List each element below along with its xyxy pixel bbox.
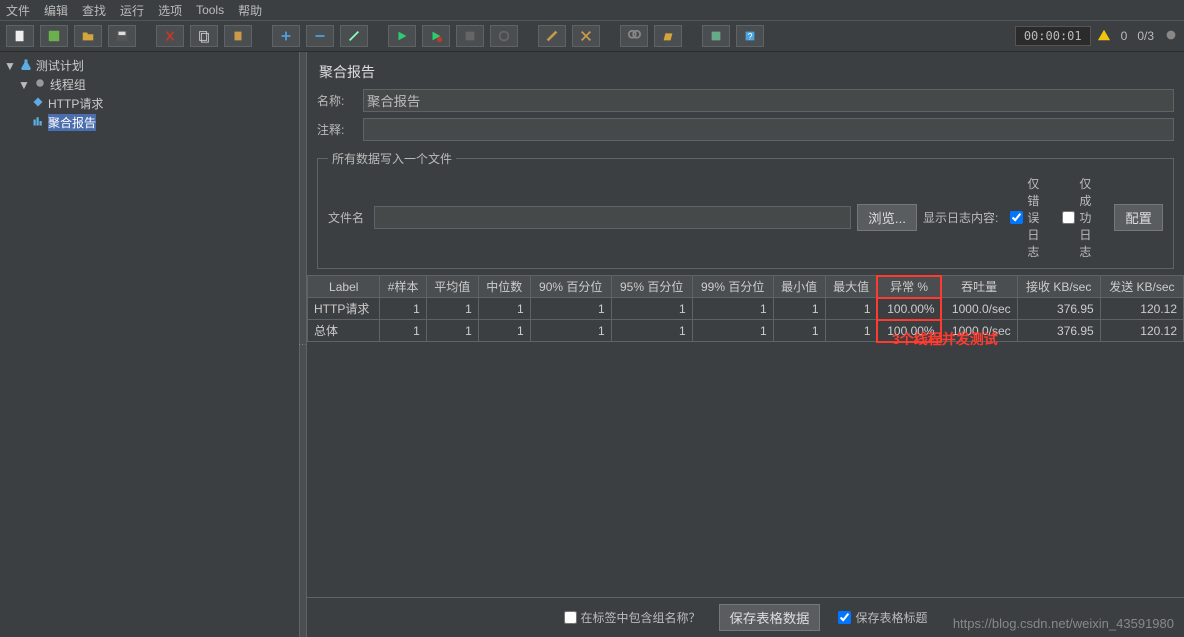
tree-threadgroup[interactable]: ▼ 线程组 bbox=[2, 75, 297, 94]
table-row[interactable]: HTTP请求11111111100.00%1000.0/sec376.95120… bbox=[308, 298, 1184, 320]
col-header[interactable]: 95% 百分位 bbox=[611, 276, 692, 298]
triangle-icon: ▼ bbox=[4, 59, 16, 73]
col-header[interactable]: 99% 百分位 bbox=[692, 276, 773, 298]
gear-icon bbox=[34, 77, 46, 92]
browse-button[interactable]: 浏览... bbox=[857, 204, 917, 231]
main-split: ▼ 测试计划 ▼ 线程组 HTTP请求 聚合报告 ⋮ 聚合报告 名称: 注释: bbox=[0, 52, 1184, 637]
col-header[interactable]: #样本 bbox=[380, 276, 426, 298]
paste-button[interactable] bbox=[224, 25, 252, 47]
include-group-checkbox[interactable]: 在标签中包含组名称？ bbox=[564, 609, 701, 626]
reset-search-button[interactable] bbox=[654, 25, 682, 47]
thread-count: 0/3 bbox=[1137, 29, 1154, 43]
file-legend: 所有数据写入一个文件 bbox=[328, 150, 456, 167]
menu-options[interactable]: 选项 bbox=[158, 2, 182, 19]
tree-aggreport-label: 聚合报告 bbox=[48, 114, 96, 131]
clear-all-button[interactable] bbox=[572, 25, 600, 47]
col-header[interactable]: 发送 KB/sec bbox=[1100, 276, 1183, 298]
menu-find[interactable]: 查找 bbox=[82, 2, 106, 19]
menu-help[interactable]: 帮助 bbox=[238, 2, 262, 19]
filename-label: 文件名 bbox=[328, 209, 368, 226]
col-header[interactable]: 吞吐量 bbox=[941, 276, 1017, 298]
tree-httprequest-label: HTTP请求 bbox=[48, 95, 103, 112]
results-table-wrap: Label#样本平均值中位数90% 百分位95% 百分位99% 百分位最小值最大… bbox=[307, 275, 1184, 597]
toolbar: ? 00:00:01 0 0/3 bbox=[0, 20, 1184, 52]
name-label: 名称: bbox=[317, 92, 357, 109]
file-fieldset: 所有数据写入一个文件 文件名 浏览... 显示日志内容: 仅错误日志 仅成功日志… bbox=[317, 150, 1174, 269]
success-only-checkbox[interactable]: 仅成功日志 bbox=[1062, 175, 1102, 260]
elapsed-timer: 00:00:01 bbox=[1015, 26, 1091, 46]
col-header[interactable]: Label bbox=[308, 276, 380, 298]
tree-aggreport[interactable]: 聚合报告 bbox=[2, 113, 297, 132]
templates-button[interactable] bbox=[40, 25, 68, 47]
save-table-button[interactable]: 保存表格数据 bbox=[719, 604, 821, 631]
results-table: Label#样本平均值中位数90% 百分位95% 百分位99% 百分位最小值最大… bbox=[307, 275, 1184, 342]
col-header[interactable]: 90% 百分位 bbox=[530, 276, 611, 298]
annotation-text: 3个线程并发测试 bbox=[892, 329, 998, 349]
col-header[interactable]: 中位数 bbox=[478, 276, 530, 298]
open-button[interactable] bbox=[74, 25, 102, 47]
log-label: 显示日志内容: bbox=[923, 209, 998, 226]
table-row[interactable]: 总体11111111100.00%1000.0/sec376.95120.12 bbox=[308, 320, 1184, 342]
panel-title: 聚合报告 bbox=[307, 52, 1184, 86]
col-header[interactable]: 最小值 bbox=[773, 276, 825, 298]
triangle-icon: ▼ bbox=[18, 78, 30, 92]
shutdown-button[interactable] bbox=[490, 25, 518, 47]
stop-button[interactable] bbox=[456, 25, 484, 47]
help-button[interactable]: ? bbox=[736, 25, 764, 47]
col-header[interactable]: 最大值 bbox=[825, 276, 877, 298]
tree-threadgroup-label: 线程组 bbox=[50, 76, 86, 93]
add-button[interactable] bbox=[272, 25, 300, 47]
remove-button[interactable] bbox=[306, 25, 334, 47]
tree-httprequest[interactable]: HTTP请求 bbox=[2, 94, 297, 113]
search-button[interactable] bbox=[620, 25, 648, 47]
new-button[interactable] bbox=[6, 25, 34, 47]
comment-label: 注释: bbox=[317, 121, 357, 138]
menu-edit[interactable]: 编辑 bbox=[44, 2, 68, 19]
watermark: https://blog.csdn.net/weixin_43591980 bbox=[953, 616, 1174, 631]
gear-icon[interactable] bbox=[1164, 28, 1178, 45]
warning-icon bbox=[1097, 28, 1111, 45]
configure-button[interactable]: 配置 bbox=[1114, 204, 1163, 231]
col-header[interactable]: 接收 KB/sec bbox=[1017, 276, 1100, 298]
menu-tools[interactable]: Tools bbox=[196, 3, 224, 17]
menubar: 文件 编辑 查找 运行 选项 Tools 帮助 bbox=[0, 0, 1184, 20]
comment-input[interactable] bbox=[363, 118, 1174, 141]
sampler-icon bbox=[32, 96, 44, 111]
col-header[interactable]: 平均值 bbox=[426, 276, 478, 298]
menu-file[interactable]: 文件 bbox=[6, 2, 30, 19]
save-button[interactable] bbox=[108, 25, 136, 47]
flask-icon bbox=[20, 58, 32, 73]
save-header-checkbox[interactable]: 保存表格标题 bbox=[838, 609, 927, 626]
start-button[interactable] bbox=[388, 25, 416, 47]
filename-input[interactable] bbox=[374, 206, 851, 229]
cut-button[interactable] bbox=[156, 25, 184, 47]
tree-root[interactable]: ▼ 测试计划 bbox=[2, 56, 297, 75]
name-input[interactable] bbox=[363, 89, 1174, 112]
wand-button[interactable] bbox=[340, 25, 368, 47]
error-only-checkbox[interactable]: 仅错误日志 bbox=[1010, 175, 1050, 260]
menu-run[interactable]: 运行 bbox=[120, 2, 144, 19]
tree-root-label: 测试计划 bbox=[36, 57, 84, 74]
test-tree: ▼ 测试计划 ▼ 线程组 HTTP请求 聚合报告 bbox=[0, 52, 300, 637]
content-panel: 聚合报告 名称: 注释: 所有数据写入一个文件 文件名 浏览... 显示日志内容… bbox=[306, 52, 1184, 637]
col-header[interactable]: 异常 % bbox=[877, 276, 941, 298]
clear-button[interactable] bbox=[538, 25, 566, 47]
warning-count: 0 bbox=[1121, 29, 1128, 43]
copy-button[interactable] bbox=[190, 25, 218, 47]
function-helper-button[interactable] bbox=[702, 25, 730, 47]
svg-text:?: ? bbox=[748, 32, 753, 42]
start-noload-button[interactable] bbox=[422, 25, 450, 47]
report-icon bbox=[32, 115, 44, 130]
